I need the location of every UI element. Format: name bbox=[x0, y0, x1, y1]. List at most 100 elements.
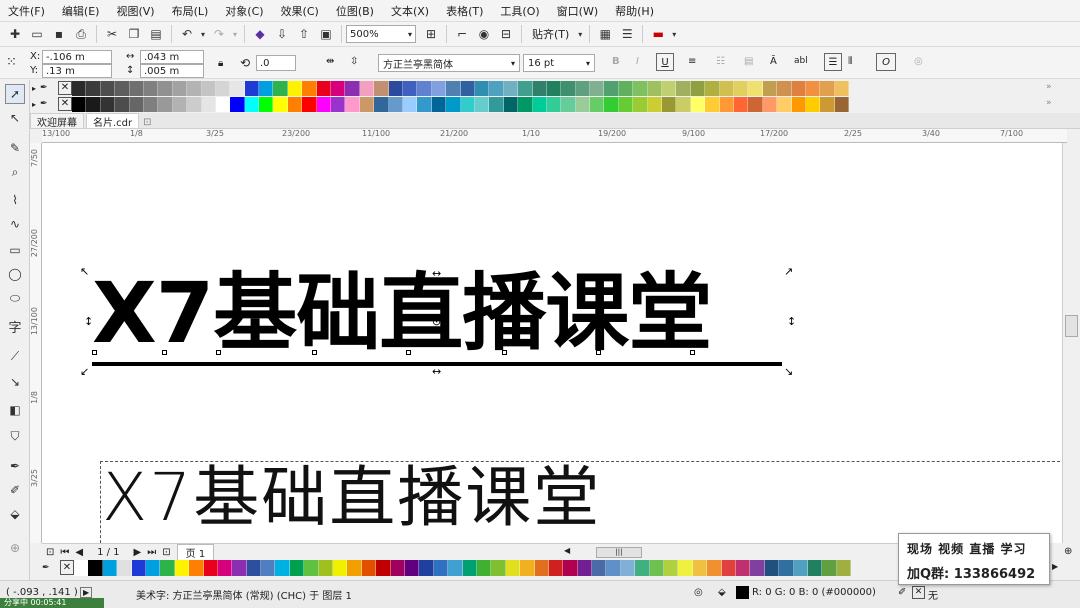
color-swatch[interactable] bbox=[304, 560, 319, 576]
color-swatch[interactable] bbox=[100, 97, 116, 112]
tab-welcome-screen[interactable]: 欢迎屏幕 bbox=[30, 113, 84, 129]
import-icon[interactable]: ⇩ bbox=[271, 24, 293, 44]
color-swatch[interactable] bbox=[158, 97, 173, 112]
menu-text[interactable]: 文本(X) bbox=[391, 3, 429, 19]
color-swatch[interactable] bbox=[662, 81, 677, 96]
first-page-icon[interactable]: ⏮ bbox=[60, 547, 69, 558]
color-swatch[interactable] bbox=[604, 81, 619, 96]
mirror-vertical-icon[interactable]: ⇳ bbox=[350, 56, 358, 67]
color-swatch[interactable] bbox=[606, 560, 621, 576]
color-swatch[interactable] bbox=[232, 560, 247, 576]
vertical-scrollbar[interactable] bbox=[1062, 143, 1080, 543]
color-swatch[interactable] bbox=[546, 97, 562, 112]
drop-cap-icon[interactable]: ▤ bbox=[744, 56, 753, 67]
color-swatch[interactable] bbox=[86, 81, 101, 96]
color-swatch[interactable] bbox=[546, 81, 562, 96]
color-swatch[interactable] bbox=[402, 81, 418, 96]
horizontal-scroll-thumb[interactable]: ||| bbox=[596, 547, 642, 558]
underline-icon[interactable]: U bbox=[656, 53, 674, 71]
menu-view[interactable]: 视图(V) bbox=[116, 3, 154, 19]
color-swatch[interactable] bbox=[72, 81, 87, 96]
color-swatch[interactable] bbox=[259, 81, 274, 96]
palette-arrow-icon[interactable]: ▸ bbox=[32, 81, 40, 96]
color-swatch[interactable] bbox=[647, 97, 663, 112]
mirror-horizontal-icon[interactable]: ⇹ bbox=[326, 56, 334, 67]
menu-layout[interactable]: 布局(L) bbox=[172, 3, 209, 19]
color-swatch[interactable] bbox=[446, 81, 461, 96]
color-swatch[interactable] bbox=[230, 97, 245, 112]
color-swatch[interactable] bbox=[345, 97, 360, 112]
color-swatch[interactable] bbox=[100, 81, 116, 96]
prev-page-icon[interactable]: ◀ bbox=[75, 547, 83, 558]
interactive-ot-icon[interactable]: O bbox=[876, 53, 896, 71]
color-swatch[interactable] bbox=[287, 97, 303, 112]
shape-tool-icon[interactable]: ↖ bbox=[5, 108, 25, 128]
color-swatch[interactable] bbox=[563, 560, 578, 576]
color-swatch[interactable] bbox=[590, 81, 605, 96]
italic-icon[interactable]: I bbox=[636, 56, 639, 67]
color-swatch[interactable] bbox=[460, 97, 475, 112]
color-swatch[interactable] bbox=[503, 97, 519, 112]
color-swatch[interactable] bbox=[287, 81, 303, 96]
color-swatch[interactable] bbox=[748, 97, 763, 112]
node-handle[interactable] bbox=[216, 350, 221, 355]
color-swatch[interactable] bbox=[764, 560, 780, 576]
color-swatch[interactable] bbox=[259, 97, 274, 112]
lock-ratio-icon[interactable]: 🔒︎ bbox=[218, 58, 223, 69]
welcome-screen-icon[interactable]: ▦ bbox=[594, 24, 616, 44]
palette-scroll-icon[interactable]: » bbox=[1046, 98, 1052, 108]
skew-handle-icon[interactable]: ↕ bbox=[787, 315, 796, 328]
show-rulers-icon[interactable]: ⌐ bbox=[451, 24, 473, 44]
color-swatch[interactable] bbox=[491, 560, 506, 576]
color-swatch[interactable] bbox=[331, 97, 346, 112]
color-swatch[interactable] bbox=[762, 81, 778, 96]
new-tab-icon[interactable]: ⊡ bbox=[143, 117, 151, 128]
node-handle[interactable] bbox=[502, 350, 507, 355]
color-swatch[interactable] bbox=[117, 560, 132, 576]
redo-icon[interactable]: ↷ bbox=[208, 24, 230, 44]
color-swatch[interactable] bbox=[302, 81, 317, 96]
color-swatch[interactable] bbox=[791, 97, 806, 112]
color-swatch[interactable] bbox=[431, 97, 447, 112]
edit-text-icon[interactable]: abl bbox=[794, 56, 808, 66]
options-icon[interactable]: ☰ bbox=[616, 24, 638, 44]
text-properties-icon[interactable]: Ā bbox=[770, 56, 777, 67]
color-swatch[interactable] bbox=[820, 97, 835, 112]
color-swatch[interactable] bbox=[187, 97, 202, 112]
color-swatch[interactable] bbox=[532, 97, 547, 112]
color-swatch[interactable] bbox=[620, 560, 636, 576]
artistic-text-thin[interactable]: X7基础直播课堂 bbox=[102, 465, 601, 531]
color-swatch[interactable] bbox=[316, 81, 332, 96]
add-page-after-icon[interactable]: ⊡ bbox=[162, 547, 170, 558]
open-folder-icon[interactable]: ▭ bbox=[26, 24, 48, 44]
add-page-icon[interactable]: ⊡ bbox=[46, 547, 54, 558]
color-swatch[interactable] bbox=[431, 81, 447, 96]
color-swatch[interactable] bbox=[647, 81, 663, 96]
no-color-swatch[interactable]: ✕ bbox=[60, 560, 74, 575]
color-swatch[interactable] bbox=[705, 97, 720, 112]
color-swatch[interactable] bbox=[74, 560, 89, 576]
color-swatch[interactable] bbox=[374, 97, 389, 112]
tab-card-cdr[interactable]: 名片.cdr bbox=[86, 113, 140, 129]
search-content-icon[interactable]: ◆ bbox=[249, 24, 271, 44]
color-swatch[interactable] bbox=[505, 560, 521, 576]
color-swatch[interactable] bbox=[805, 97, 821, 112]
color-swatch[interactable] bbox=[690, 81, 706, 96]
rotation-center-icon[interactable]: ⊙ bbox=[432, 315, 441, 328]
color-swatch[interactable] bbox=[532, 81, 547, 96]
horizontal-scrollbar[interactable]: ◀ ||| bbox=[560, 543, 900, 560]
color-swatch[interactable] bbox=[534, 560, 549, 576]
dimension-tool-icon[interactable]: ⟋ bbox=[5, 346, 25, 366]
color-swatch[interactable] bbox=[129, 81, 144, 96]
width-field[interactable]: .043 m bbox=[140, 50, 204, 64]
fill-tool-icon[interactable]: ⬙ bbox=[5, 504, 25, 524]
horizontal-text-icon[interactable]: ☰ bbox=[824, 53, 842, 71]
color-swatch[interactable] bbox=[215, 97, 231, 112]
color-swatch[interactable] bbox=[676, 97, 691, 112]
menu-object[interactable]: 对象(C) bbox=[225, 3, 263, 19]
color-swatch[interactable] bbox=[347, 560, 362, 576]
color-swatch[interactable] bbox=[822, 560, 837, 576]
bullet-list-icon[interactable]: ☷ bbox=[716, 56, 725, 67]
color-swatch[interactable] bbox=[707, 560, 722, 576]
color-swatch[interactable] bbox=[604, 97, 619, 112]
